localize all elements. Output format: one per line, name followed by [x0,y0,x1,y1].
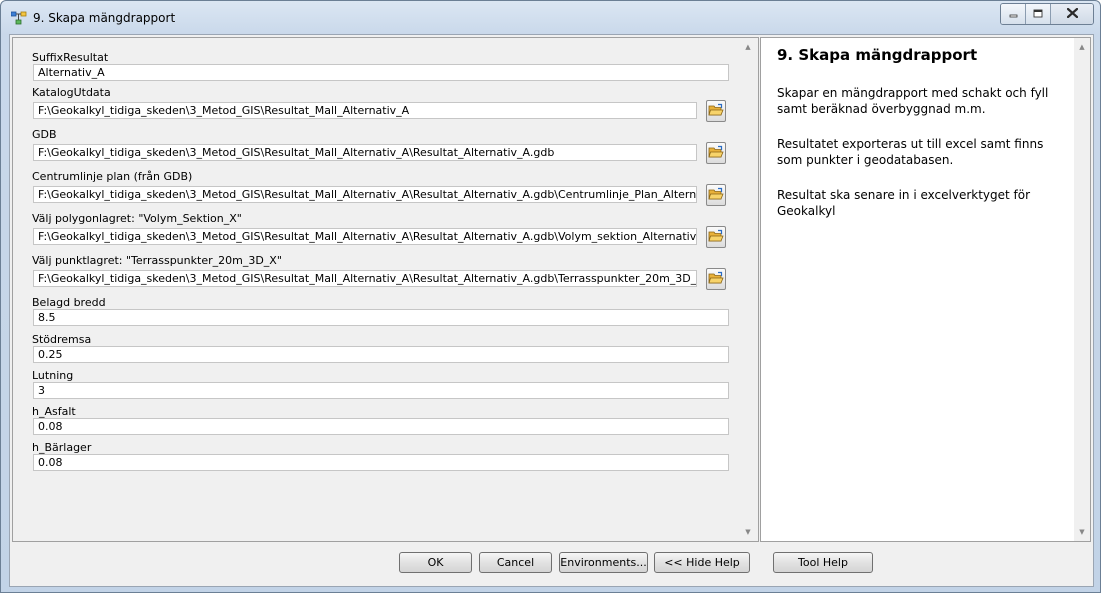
parameter-panel[interactable]: SuffixResultat Alternativ_A KatalogUtdat… [12,37,759,542]
dialog-window: 9. Skapa mängdrapport SuffixResultat Alt… [0,0,1101,593]
param-input-centrumlinje[interactable]: F:\Geokalkyl_tidiga_skeden\3_Metod_GIS\R… [33,186,697,203]
help-scrollbar[interactable]: ▲ ▼ [1074,38,1090,541]
minimize-icon [1009,8,1018,21]
param-label-suffixresultat: SuffixResultat [32,51,109,64]
param-input-lutning[interactable]: 3 [33,382,729,399]
scroll-down-arrow-icon[interactable]: ▼ [740,526,756,538]
window-controls [1000,3,1094,25]
parameter-scrollbar[interactable]: ▲ ▼ [740,38,756,541]
param-input-polygonlager[interactable]: F:\Geokalkyl_tidiga_skeden\3_Metod_GIS\R… [33,228,697,245]
minimize-button[interactable] [1001,4,1026,24]
environments-button[interactable]: Environments... [559,552,648,573]
param-input-h-asfalt[interactable]: 0.08 [33,418,729,435]
param-label-h-barlager: h_Bärlager [32,441,92,454]
scroll-down-arrow-icon[interactable]: ▼ [1074,526,1090,538]
param-input-h-barlager[interactable]: 0.08 [33,454,729,471]
open-folder-icon [708,187,724,204]
help-title: 9. Skapa mängdrapport [777,46,978,64]
param-label-katalogutdata: KatalogUtdata [32,86,111,99]
param-input-stodremsa[interactable]: 0.25 [33,346,729,363]
open-folder-icon [708,271,724,288]
param-input-belagd-bredd[interactable]: 8.5 [33,309,729,326]
param-label-punktlager: Välj punktlagret: "Terrasspunkter_20m_3D… [32,254,282,267]
param-label-centrumlinje: Centrumlinje plan (från GDB) [32,170,193,183]
param-input-punktlager[interactable]: F:\Geokalkyl_tidiga_skeden\3_Metod_GIS\R… [33,270,697,287]
help-paragraph: Resultatet exporteras ut till excel samt… [777,137,1044,167]
help-paragraph: Skapar en mängdrapport med schakt och fy… [777,86,1049,116]
maximize-button[interactable] [1026,4,1051,24]
param-label-stodremsa: Stödremsa [32,333,92,346]
browse-button-gdb[interactable] [706,142,726,164]
help-panel: 9. Skapa mängdrapport Skapar en mängdrap… [760,37,1091,542]
param-label-h-asfalt: h_Asfalt [32,405,76,418]
button-bar: OK Cancel Environments... << Hide Help T… [10,545,1093,586]
browse-button-katalogutdata[interactable] [706,100,726,122]
model-tool-icon [10,11,27,25]
dialog-client-area: SuffixResultat Alternativ_A KatalogUtdat… [9,34,1094,587]
param-input-suffixresultat[interactable]: Alternativ_A [33,64,729,81]
param-label-belagd-bredd: Belagd bredd [32,296,106,309]
browse-button-punktlager[interactable] [706,268,726,290]
param-label-gdb: GDB [32,128,57,141]
scroll-up-arrow-icon[interactable]: ▲ [1074,41,1090,53]
param-label-polygonlager: Välj polygonlagret: "Volym_Sektion_X" [32,212,242,225]
title-bar[interactable]: 9. Skapa mängdrapport [1,1,1100,35]
browse-button-centrumlinje[interactable] [706,184,726,206]
scroll-up-arrow-icon[interactable]: ▲ [740,41,756,53]
open-folder-icon [708,145,724,162]
close-button[interactable] [1051,4,1093,24]
window-title: 9. Skapa mängdrapport [33,11,176,25]
cancel-button[interactable]: Cancel [479,552,552,573]
param-input-gdb[interactable]: F:\Geokalkyl_tidiga_skeden\3_Metod_GIS\R… [33,144,697,161]
help-paragraph: Resultat ska senare in i excelverktyget … [777,188,1031,218]
open-folder-icon [708,103,724,120]
open-folder-icon [708,229,724,246]
maximize-icon [1033,8,1043,21]
browse-button-polygonlager[interactable] [706,226,726,248]
ok-button[interactable]: OK [399,552,472,573]
param-label-lutning: Lutning [32,369,74,382]
close-icon [1066,7,1078,22]
tool-help-button[interactable]: Tool Help [773,552,873,573]
param-input-katalogutdata[interactable]: F:\Geokalkyl_tidiga_skeden\3_Metod_GIS\R… [33,102,697,119]
hide-help-button[interactable]: << Hide Help [654,552,750,573]
